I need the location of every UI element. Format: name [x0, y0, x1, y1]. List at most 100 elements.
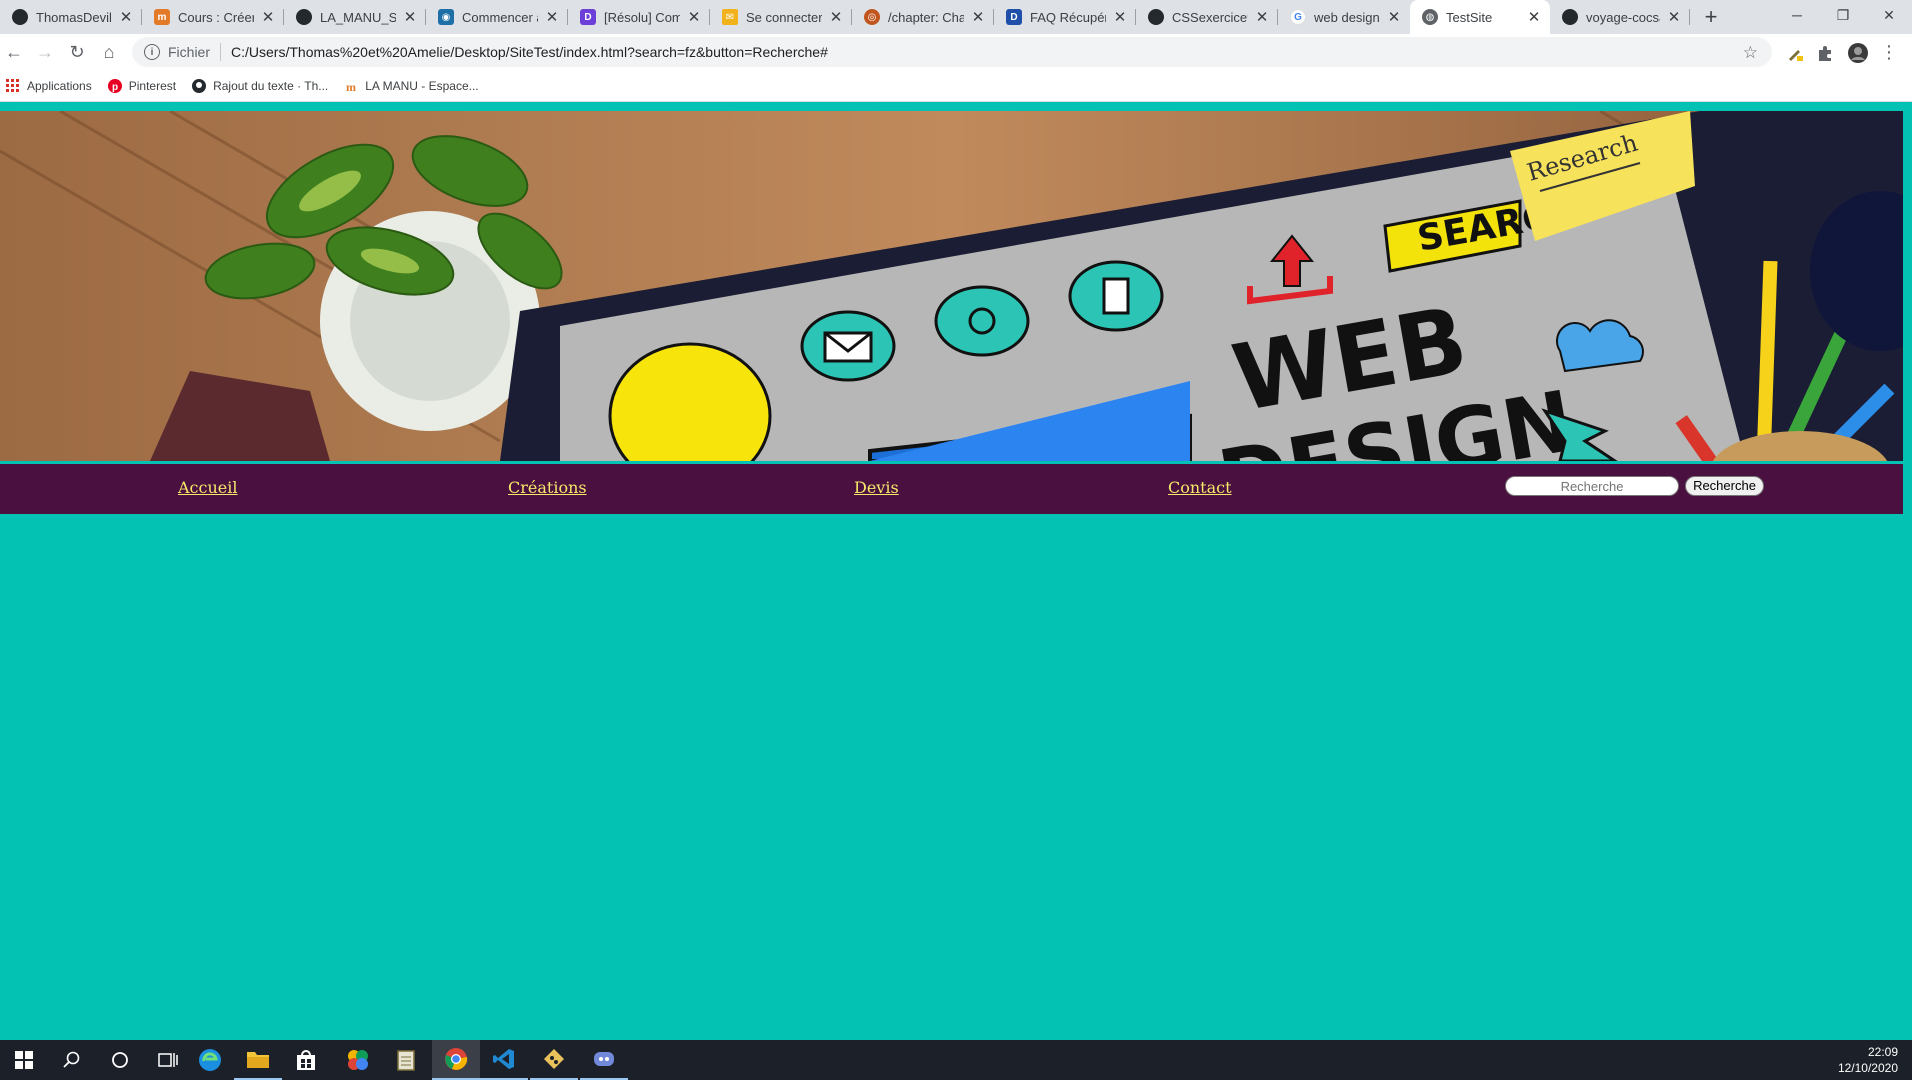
tab-title: FAQ Récupérer: [1030, 9, 1106, 25]
openclassrooms-icon: m: [154, 9, 170, 25]
tab-1[interactable]: m Cours : Créer e ✕: [142, 0, 284, 34]
tab-title: [Résolu] Comm: [604, 9, 680, 25]
info-icon[interactable]: i: [144, 44, 160, 60]
avatar[interactable]: [1848, 43, 1868, 63]
svg-text:m: m: [346, 80, 356, 93]
close-icon[interactable]: ✕: [260, 8, 276, 26]
bookmark-la-manu[interactable]: m LA MANU - Espace...: [344, 79, 478, 93]
nav-link-creations[interactable]: Créations: [508, 478, 587, 497]
address-scheme: Fichier: [168, 44, 211, 60]
bookmarks-bar: Applications p Pinterest Rajout du texte…: [0, 70, 1912, 102]
tab-6[interactable]: ◎ /chapter: Chan ✕: [852, 0, 994, 34]
d-icon: D: [580, 9, 596, 25]
tab-9[interactable]: G web design - R ✕: [1278, 0, 1410, 34]
close-icon[interactable]: ✕: [402, 8, 418, 26]
svg-text:p: p: [112, 82, 118, 93]
tab-8[interactable]: CSSexercice9C ✕: [1136, 0, 1278, 34]
bookmark-label: LA MANU - Espace...: [365, 78, 479, 93]
close-icon[interactable]: ✕: [1386, 8, 1402, 26]
close-icon[interactable]: ✕: [970, 8, 986, 26]
close-icon[interactable]: ✕: [1254, 8, 1270, 26]
restore-icon[interactable]: ❐: [1820, 0, 1866, 30]
tab-2[interactable]: LA_MANU_Sup ✕: [284, 0, 426, 34]
tab-title: voyage-cocsa: [1586, 9, 1660, 25]
tab-strip: ThomasDeville ✕ m Cours : Créer e ✕ LA_M…: [0, 0, 1912, 34]
github-icon: [12, 9, 28, 25]
address-url[interactable]: C:/Users/Thomas%20et%20Amelie/Desktop/Si…: [231, 44, 828, 60]
minimize-icon[interactable]: ─: [1774, 0, 1820, 30]
tab-11[interactable]: voyage-cocsa ✕: [1550, 0, 1690, 34]
close-icon[interactable]: ✕: [544, 8, 560, 26]
tab-title: CSSexercice9C: [1172, 9, 1248, 25]
browser-toolbar: ← → ↻ ⌂ i Fichier C:/Users/Thomas%20et%2…: [0, 34, 1912, 70]
bookmark-label: Applications: [27, 78, 92, 93]
tab-4[interactable]: D [Résolu] Comm ✕: [568, 0, 710, 34]
bookmark-star-icon[interactable]: ☆: [1743, 43, 1758, 63]
close-icon[interactable]: ✕: [1112, 8, 1128, 26]
extension-pencil-icon[interactable]: [1786, 44, 1804, 62]
bookmark-pinterest[interactable]: p Pinterest: [107, 78, 177, 93]
task-view-icon[interactable]: [144, 1040, 192, 1080]
site-nav: Accueil Créations Devis Contact Recherch…: [0, 461, 1903, 514]
banner-image: SEARC WEB DESIGN Research: [0, 111, 1903, 461]
notepad-icon[interactable]: [382, 1040, 430, 1080]
windows-start-icon[interactable]: [0, 1040, 48, 1080]
tab-title: Se connecter a: [746, 9, 822, 25]
tab-title: TestSite: [1446, 9, 1493, 25]
search-icon[interactable]: [48, 1040, 96, 1080]
bookmark-github[interactable]: Rajout du texte · Th...: [192, 78, 329, 93]
cortana-icon[interactable]: [96, 1040, 144, 1080]
apps-grid-icon: [6, 78, 19, 92]
openclassrooms-icon: m: [346, 80, 356, 93]
store-icon[interactable]: [282, 1040, 330, 1080]
tab-3[interactable]: ◉ Commencer av ✕: [426, 0, 568, 34]
tab-title: LA_MANU_Sup: [320, 9, 396, 25]
nav-link-contact[interactable]: Contact: [1168, 478, 1232, 497]
tab-7[interactable]: D FAQ Récupérer ✕: [994, 0, 1136, 34]
reload-icon[interactable]: ↻: [66, 41, 88, 63]
nav-link-devis[interactable]: Devis: [854, 478, 899, 497]
google-icon: G: [1290, 9, 1306, 25]
chrome-icon[interactable]: [432, 1040, 480, 1080]
menu-dots-icon[interactable]: ⋮: [1878, 41, 1900, 63]
github-icon: [1562, 9, 1578, 25]
close-icon[interactable]: ✕: [1526, 8, 1542, 26]
tab-0[interactable]: ThomasDeville ✕: [0, 0, 142, 34]
discord-icon[interactable]: [580, 1040, 628, 1080]
address-bar[interactable]: i Fichier C:/Users/Thomas%20et%20Amelie/…: [132, 37, 1772, 67]
new-tab-button[interactable]: +: [1700, 6, 1722, 28]
system-clock[interactable]: 22:09 12/10/2020: [1838, 1044, 1898, 1076]
close-icon[interactable]: ✕: [118, 8, 134, 26]
github-icon: [1148, 9, 1164, 25]
git-icon[interactable]: [530, 1040, 578, 1080]
back-arrow-icon[interactable]: ←: [3, 41, 25, 63]
puzzle-icon[interactable]: [1816, 44, 1834, 62]
close-icon[interactable]: ✕: [828, 8, 844, 26]
photos-icon[interactable]: [334, 1040, 382, 1080]
bookmark-applications[interactable]: Applications: [6, 78, 92, 93]
vscode-icon[interactable]: [480, 1040, 528, 1080]
window-close-icon[interactable]: ✕: [1866, 0, 1912, 30]
tab-5[interactable]: ✉ Se connecter a ✕: [710, 0, 852, 34]
tab-title: /chapter: Chan: [888, 9, 964, 25]
close-icon[interactable]: ✕: [1666, 8, 1682, 26]
tab-active[interactable]: ◍ TestSite ✕: [1410, 0, 1550, 34]
d-icon: D: [1006, 9, 1022, 25]
close-icon[interactable]: ✕: [686, 8, 702, 26]
tab-title: ThomasDeville: [36, 9, 112, 25]
file-explorer-icon[interactable]: [234, 1040, 282, 1080]
forward-arrow-icon[interactable]: →: [34, 41, 56, 63]
edge-icon[interactable]: [186, 1040, 234, 1080]
eye-icon: ◉: [438, 9, 454, 25]
search-button[interactable]: Recherche: [1685, 476, 1764, 496]
nav-link-accueil[interactable]: Accueil: [178, 478, 237, 497]
mail-icon: ✉: [722, 9, 738, 25]
tab-title: web design - R: [1314, 9, 1380, 25]
clock-date: 12/10/2020: [1837, 1061, 1898, 1075]
address-divider: [220, 43, 222, 61]
search-input[interactable]: [1505, 476, 1679, 496]
bookmark-label: Pinterest: [128, 78, 177, 93]
bookmark-label: Rajout du texte · Th...: [213, 78, 329, 93]
clock-time: 22:09: [1867, 1045, 1898, 1059]
home-icon[interactable]: ⌂: [98, 41, 120, 63]
